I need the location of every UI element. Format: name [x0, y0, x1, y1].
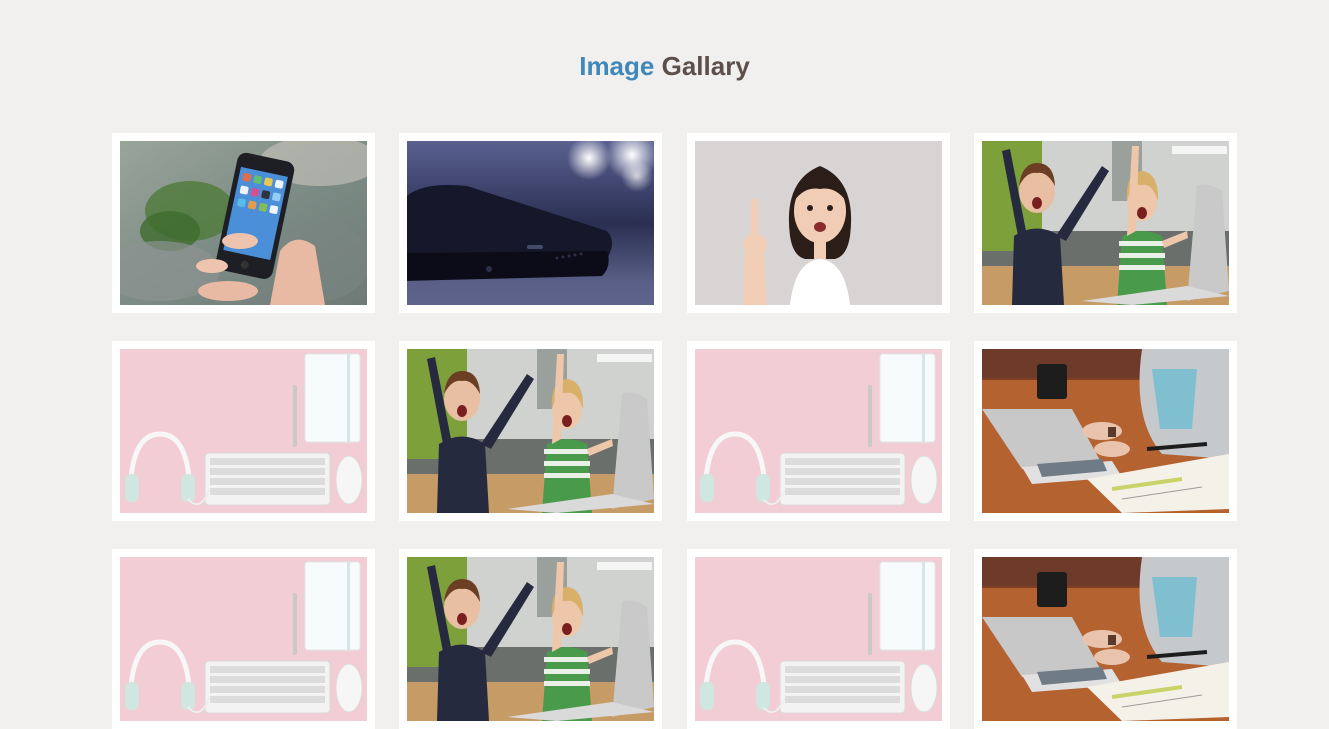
- gallery-item[interactable]: [686, 133, 950, 313]
- person-typing-laptop-image: [981, 557, 1229, 721]
- pink-desk-keyboard-headphones-image: [694, 349, 942, 513]
- smartphone-closeup-dark-image: [407, 141, 655, 305]
- page-title: Image Gallary: [0, 48, 1329, 84]
- gallery-item[interactable]: [973, 133, 1237, 313]
- pink-desk-keyboard-headphones-image: [694, 557, 942, 721]
- gallery-item[interactable]: [686, 549, 950, 729]
- gallery-item[interactable]: [973, 341, 1237, 521]
- page-title-rest: Gallary: [661, 51, 750, 81]
- gallery-item[interactable]: [112, 133, 375, 313]
- hand-holding-smartphone-image: [120, 141, 367, 305]
- gallery-item[interactable]: [112, 341, 375, 521]
- kids-cheering-laptop-image: [407, 349, 655, 513]
- gallery-item[interactable]: [112, 549, 375, 729]
- gallery-item[interactable]: [399, 133, 663, 313]
- person-typing-laptop-image: [981, 349, 1229, 513]
- pink-desk-keyboard-headphones-image: [120, 349, 367, 513]
- kids-cheering-laptop-image: [407, 557, 655, 721]
- gallery-item[interactable]: [686, 341, 950, 521]
- gallery-item[interactable]: [399, 341, 663, 521]
- page-title-accent: Image: [579, 51, 655, 81]
- kids-cheering-laptop-image: [981, 141, 1229, 305]
- pink-desk-keyboard-headphones-image: [120, 557, 367, 721]
- girl-pointing-up-image: [694, 141, 942, 305]
- gallery-item[interactable]: [399, 549, 663, 729]
- gallery-item[interactable]: [973, 549, 1237, 729]
